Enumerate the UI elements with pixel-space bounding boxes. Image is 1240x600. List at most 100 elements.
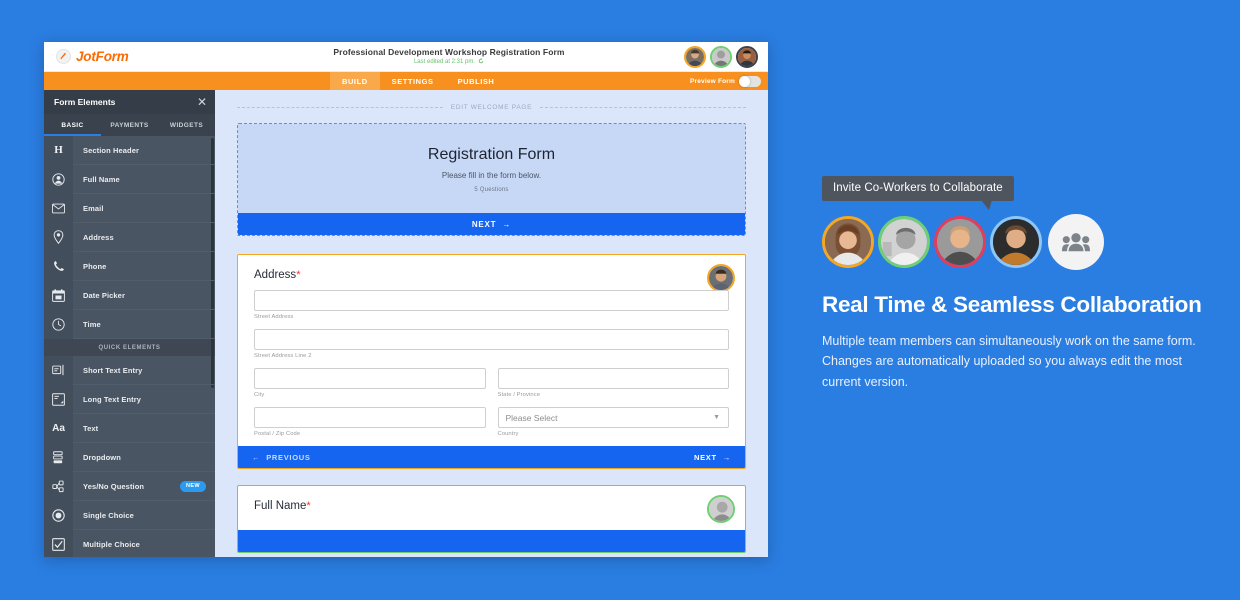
sidebar-item-address[interactable]: Address xyxy=(44,222,215,252)
sidebar-item-long-text-entry[interactable]: Long Text Entry xyxy=(44,384,215,414)
jotform-logo-text: JotForm xyxy=(76,49,129,64)
state-field-group: State / Province xyxy=(497,368,729,398)
sidebar-header: Form Elements ✕ xyxy=(44,90,215,114)
promo-avatar-4[interactable] xyxy=(990,216,1042,268)
street-address-line2-field-group: Street Address Line 2 xyxy=(254,329,729,359)
edit-welcome-page-label[interactable]: EDIT WELCOME PAGE xyxy=(451,104,532,111)
sidebar-item-label: Multiple Choice xyxy=(83,539,140,549)
address-next-button[interactable]: NEXT → xyxy=(694,453,731,462)
postal-field-group: Postal / Zip Code xyxy=(254,407,486,437)
preview-form-control[interactable]: Preview Form xyxy=(690,72,768,90)
sidebar-item-section-header[interactable]: H Section Header xyxy=(44,135,215,165)
sidebar-item-label: Phone xyxy=(83,261,107,271)
country-caption: Country xyxy=(497,431,519,437)
sidebar-item-date-picker[interactable]: Date Picker xyxy=(44,280,215,310)
address-card-nav: ← PREVIOUS NEXT → xyxy=(238,446,745,468)
promo-panel: Invite Co-Workers to Collaborate Real Ti… xyxy=(822,176,1222,392)
sidebar-item-label: Time xyxy=(83,319,101,329)
header-collaborator-avatars xyxy=(684,45,768,68)
sidebar-item-label: Date Picker xyxy=(83,290,125,300)
sidebar-item-full-name[interactable]: Full Name xyxy=(44,164,215,194)
divider-line-right xyxy=(540,107,746,108)
radio-icon xyxy=(44,500,73,530)
close-icon[interactable]: ✕ xyxy=(197,96,207,108)
fullname-card-title: Full Name* xyxy=(254,500,729,512)
welcome-page-card[interactable]: Registration Form Please fill in the for… xyxy=(237,123,746,236)
promo-avatar-3[interactable] xyxy=(934,216,986,268)
sidebar-tab-widgets[interactable]: WIDGETS xyxy=(158,114,215,136)
calendar-icon xyxy=(44,280,73,310)
state-input[interactable] xyxy=(497,368,729,389)
welcome-next-button[interactable]: NEXT → xyxy=(238,213,745,235)
sidebar-item-label: Email xyxy=(83,203,104,213)
dropdown-icon xyxy=(44,442,73,472)
heading-icon: H xyxy=(44,135,73,165)
required-marker: * xyxy=(306,500,311,512)
collaborator-avatar-1[interactable] xyxy=(684,45,706,68)
text-aa-icon: Aa xyxy=(44,413,73,443)
page-title: Professional Development Workshop Regist… xyxy=(333,47,565,57)
long-text-icon xyxy=(44,384,73,414)
arrow-right-icon: → xyxy=(502,219,512,229)
preview-form-toggle[interactable] xyxy=(739,75,761,87)
edit-welcome-page-divider: EDIT WELCOME PAGE xyxy=(215,90,768,111)
app-topbar: JotForm Professional Development Worksho… xyxy=(44,42,768,72)
people-group-icon[interactable] xyxy=(1048,214,1104,270)
sidebar-item-email[interactable]: Email xyxy=(44,193,215,223)
address-card-avatar xyxy=(707,264,735,292)
sidebar-tabs: BASIC PAYMENTS WIDGETS xyxy=(44,114,215,136)
person-icon xyxy=(44,164,73,194)
address-question-card[interactable]: Address* Street Address Street Address L… xyxy=(237,254,746,469)
tab-build[interactable]: BUILD xyxy=(330,72,380,90)
tab-settings[interactable]: SETTINGS xyxy=(380,72,446,90)
country-select[interactable]: Please Select ▼ xyxy=(497,407,729,428)
required-marker: * xyxy=(296,269,301,281)
sidebar-item-yes-no-question[interactable]: Yes/No Question NEW xyxy=(44,471,215,501)
postal-country-row: Postal / Zip Code Please Select ▼ Countr… xyxy=(254,398,729,437)
welcome-subtitle: Please fill in the form below. xyxy=(441,171,542,180)
sidebar-tab-payments[interactable]: PAYMENTS xyxy=(101,114,158,136)
welcome-title: Registration Form xyxy=(427,146,556,163)
sidebar-item-dropdown[interactable]: Dropdown xyxy=(44,442,215,472)
address-previous-button[interactable]: ← PREVIOUS xyxy=(252,453,311,462)
welcome-card-body: Registration Form Please fill in the for… xyxy=(238,124,745,213)
refresh-icon[interactable] xyxy=(478,58,484,66)
welcome-next-label: NEXT xyxy=(471,219,497,229)
divider-line-left xyxy=(237,107,443,108)
promo-avatar-row xyxy=(822,214,1222,270)
sidebar-item-single-choice[interactable]: Single Choice xyxy=(44,500,215,530)
street-address-input[interactable] xyxy=(254,290,729,311)
sidebar-item-short-text-entry[interactable]: Short Text Entry xyxy=(44,355,215,385)
country-field-group: Please Select ▼ Country xyxy=(497,407,729,437)
sidebar-item-time[interactable]: Time xyxy=(44,309,215,339)
sidebar-item-label: Yes/No Question xyxy=(83,481,145,491)
street-address-caption: Street Address xyxy=(254,314,294,320)
collaborator-avatar-3[interactable] xyxy=(736,45,758,68)
sidebar-item-multiple-choice[interactable]: Multiple Choice xyxy=(44,529,215,557)
street-address-line2-input[interactable] xyxy=(254,329,729,350)
address-card-body: Address* Street Address Street Address L… xyxy=(238,255,745,446)
status-badge: NEW xyxy=(179,480,206,492)
invite-tooltip: Invite Co-Workers to Collaborate xyxy=(822,176,1014,210)
sidebar-tab-basic[interactable]: BASIC xyxy=(44,114,101,136)
promo-avatar-2[interactable] xyxy=(878,216,930,268)
postal-code-input[interactable] xyxy=(254,407,486,428)
sidebar-title: Form Elements xyxy=(54,97,116,107)
collaborator-avatar-2[interactable] xyxy=(710,45,732,68)
checkbox-icon xyxy=(44,529,73,557)
sidebar-item-phone[interactable]: Phone xyxy=(44,251,215,281)
screenshot-root: JotForm Professional Development Worksho… xyxy=(0,0,1240,600)
sidebar-item-text[interactable]: Aa Text xyxy=(44,413,215,443)
promo-avatar-1[interactable] xyxy=(822,216,874,268)
clock-icon xyxy=(44,309,73,339)
promo-body-text: Multiple team members can simultaneously… xyxy=(822,334,1196,389)
phone-icon xyxy=(44,251,73,281)
tab-publish[interactable]: PUBLISH xyxy=(446,72,507,90)
address-next-label: NEXT xyxy=(693,452,717,462)
fullname-title-text: Full Name xyxy=(254,500,307,512)
last-edited-status: Last edited at 2:31 pm. xyxy=(214,58,684,66)
jotform-pen-icon xyxy=(56,49,71,64)
fullname-question-card[interactable]: Full Name* xyxy=(237,485,746,553)
city-input[interactable] xyxy=(254,368,486,389)
map-pin-icon xyxy=(44,222,73,252)
